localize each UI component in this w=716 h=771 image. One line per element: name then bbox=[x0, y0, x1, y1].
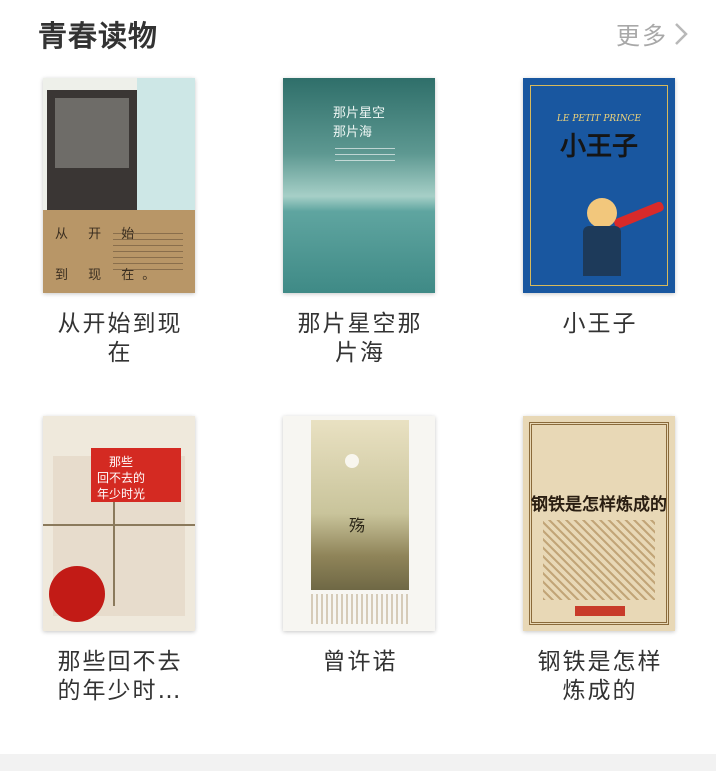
book-title[interactable]: 曾许诺 bbox=[290, 648, 430, 677]
cover-decoration bbox=[137, 78, 195, 210]
cover-text-lines bbox=[335, 148, 395, 166]
book-title[interactable]: 那些回不去的年少时… bbox=[50, 648, 190, 706]
cover-title-line1: 从 开 始 bbox=[55, 227, 143, 242]
cover-title-box: 那些 回不去的 年少时光 bbox=[91, 448, 181, 502]
book-title[interactable]: 那片星空那片海 bbox=[290, 310, 430, 368]
cover-artwork bbox=[311, 420, 409, 590]
cover-title-en: LE PETIT PRINCE bbox=[556, 114, 642, 124]
book-title[interactable]: 小王子 bbox=[530, 310, 670, 339]
book-cover[interactable]: 那些 回不去的 年少时光 bbox=[43, 416, 195, 631]
string-decoration bbox=[43, 524, 195, 526]
prince-illustration bbox=[587, 198, 617, 228]
book-title[interactable]: 钢铁是怎样炼成的 bbox=[530, 648, 670, 706]
cover-title: 殇 bbox=[349, 516, 366, 535]
more-button[interactable]: 更多 bbox=[616, 16, 688, 51]
red-seal bbox=[49, 566, 105, 622]
cover-title: 钢铁是怎样炼成的 bbox=[531, 495, 667, 515]
book-cover[interactable]: 殇 bbox=[283, 416, 435, 631]
cover-title: 那片星空 那片海 bbox=[333, 106, 386, 140]
prince-body-illustration bbox=[583, 226, 621, 276]
cover-illustration bbox=[543, 520, 655, 600]
footer-divider bbox=[0, 754, 716, 771]
book-cover[interactable]: 从 开 始 到 现 在。 bbox=[43, 78, 195, 293]
cover-title: 那些 回不去的 年少时光 bbox=[97, 455, 146, 501]
cover-decoration bbox=[311, 594, 409, 624]
book-cover[interactable]: LE PETIT PRINCE 小王子 bbox=[523, 78, 675, 293]
chevron-right-icon bbox=[675, 22, 688, 45]
moon-illustration bbox=[345, 454, 359, 468]
cover-title-line2: 到 现 在。 bbox=[55, 268, 164, 283]
book-cover[interactable]: 那片星空 那片海 bbox=[283, 78, 435, 293]
book-title[interactable]: 从开始到现在 bbox=[50, 310, 190, 368]
more-label: 更多 bbox=[616, 22, 668, 50]
cover-photo bbox=[47, 90, 137, 210]
book-cover[interactable]: 钢铁是怎样炼成的 bbox=[523, 416, 675, 631]
cover-tag bbox=[575, 606, 625, 616]
cover-title-zh: 小王子 bbox=[559, 132, 638, 162]
section-title: 青春读物 bbox=[38, 19, 159, 53]
section-header: 青春读物 更多 bbox=[0, 0, 716, 70]
